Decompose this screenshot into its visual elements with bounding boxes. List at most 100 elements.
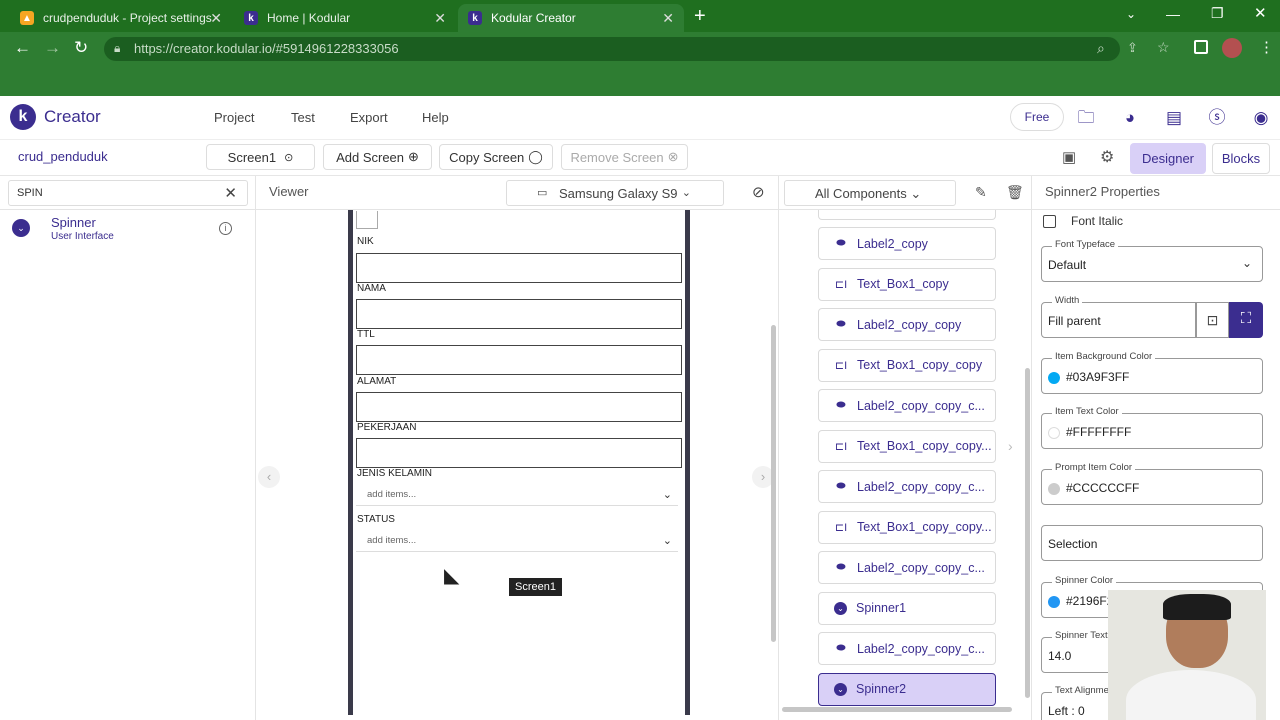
- zoom-icon[interactable]: ⌕: [1097, 40, 1105, 57]
- palette-item-name[interactable]: Spinner: [51, 215, 96, 230]
- back-icon[interactable]: ←: [14, 38, 31, 58]
- text-box[interactable]: [356, 345, 682, 375]
- component-item[interactable]: ⬬ Label2_copy_copy_c...: [818, 551, 996, 584]
- spinner-label[interactable]: STATUS: [357, 514, 395, 525]
- copy-screen-label: Copy Screen: [449, 149, 525, 165]
- item-background-color-field[interactable]: Item Background Color #03A9F3FF: [1041, 351, 1263, 394]
- component-item[interactable]: ⌄ Spinner2: [818, 672, 996, 706]
- menu-help[interactable]: Help: [422, 110, 449, 125]
- url-field[interactable]: https://creator.kodular.io/#591496122833…: [104, 37, 1120, 61]
- add-screen-button[interactable]: Add Screen ⊕: [323, 144, 432, 170]
- field-label[interactable]: NAMA: [357, 283, 386, 294]
- info-icon[interactable]: i: [219, 222, 232, 235]
- gallery-icon[interactable]: ▣: [1062, 148, 1076, 166]
- account-icon[interactable]: ◉: [1250, 107, 1272, 129]
- spinner-label[interactable]: JENIS KELAMIN: [357, 468, 432, 479]
- fill-parent-icon[interactable]: ⛶: [1229, 302, 1263, 338]
- text-box[interactable]: [356, 299, 682, 329]
- device-select[interactable]: ▭ Samsung Galaxy S9 ⌄: [506, 180, 724, 206]
- field-label[interactable]: NIK: [357, 236, 374, 247]
- prompt-item-color-field[interactable]: Prompt Item Color #CCCCCCFF: [1041, 462, 1263, 505]
- profile-avatar[interactable]: [1222, 38, 1242, 58]
- item-text-color-field[interactable]: Item Text Color #FFFFFFFF: [1041, 406, 1263, 449]
- browser-tab[interactable]: ▲ crudpenduduk - Project settings ✕: [10, 4, 232, 32]
- tab-search-icon[interactable]: ⌄: [1126, 7, 1136, 21]
- prop-value: Default: [1048, 258, 1087, 272]
- restore-icon[interactable]: ❐: [1211, 5, 1224, 22]
- billing-icon[interactable]: ⓢ: [1206, 107, 1228, 129]
- font-typeface-select[interactable]: Font Typeface Default ⌄: [1041, 239, 1263, 282]
- chrome-menu-icon[interactable]: ⋮: [1259, 38, 1274, 56]
- close-tab-icon[interactable]: ✕: [210, 10, 222, 27]
- news-icon[interactable]: ▤: [1163, 107, 1185, 129]
- horizontal-scrollbar[interactable]: [782, 707, 1012, 712]
- folder-icon[interactable]: 🗀: [1075, 107, 1097, 129]
- menu-project[interactable]: Project: [214, 110, 254, 125]
- component-item[interactable]: ⬬ Label2_copy_copy_c...: [818, 470, 996, 503]
- palette-search-input[interactable]: SPIN ✕: [8, 180, 248, 206]
- share-icon[interactable]: ⇪: [1127, 40, 1138, 56]
- screen-select[interactable]: Screen1 ⊙: [206, 144, 315, 170]
- field-label[interactable]: PEKERJAAN: [357, 422, 416, 433]
- component-item[interactable]: ⬬ Label2_copy_copy_c...: [818, 389, 996, 422]
- lock-icon[interactable]: 🔒︎: [114, 41, 120, 56]
- tooltip: Screen1: [509, 578, 562, 596]
- field-label[interactable]: ALAMAT: [357, 376, 396, 387]
- component-name: Spinner1: [856, 601, 907, 615]
- remove-screen-button[interactable]: Remove Screen ⊗: [561, 144, 688, 170]
- hide-components-icon[interactable]: ⊘: [752, 183, 765, 201]
- component-item[interactable]: ⊏I Text_Box1_copy_copy...: [818, 510, 996, 544]
- next-arrow-icon[interactable]: ›: [1008, 438, 1013, 454]
- wrap-content-icon[interactable]: ⊡: [1196, 302, 1229, 338]
- component-item[interactable]: ⌄ Spinner1: [818, 591, 996, 625]
- viewer-scrollbar[interactable]: [771, 325, 776, 642]
- sidebar-icon[interactable]: [1194, 40, 1208, 54]
- edit-icon[interactable]: ✎: [975, 184, 987, 201]
- copy-screen-button[interactable]: Copy Screen ◯: [439, 144, 553, 170]
- text-box[interactable]: [356, 438, 682, 468]
- blocks-tab[interactable]: Blocks: [1212, 143, 1270, 174]
- new-tab-icon[interactable]: +: [694, 5, 706, 28]
- settings-icon[interactable]: ⚙: [1100, 147, 1114, 167]
- clear-search-icon[interactable]: ✕: [224, 184, 237, 202]
- free-plan-button[interactable]: Free: [1010, 103, 1064, 131]
- minimize-icon[interactable]: —: [1166, 6, 1180, 22]
- delete-icon[interactable]: 🗑︎: [1006, 184, 1024, 201]
- width-field[interactable]: Width Fill parent: [1041, 295, 1196, 338]
- phone-element[interactable]: [356, 211, 378, 229]
- browser-tab-active[interactable]: k Kodular Creator ✕: [458, 4, 684, 32]
- palette-icon[interactable]: ◕: [1119, 107, 1141, 129]
- prev-arrow-icon[interactable]: ‹: [258, 466, 280, 488]
- component-item[interactable]: ⊏I Text_Box1_copy: [818, 267, 996, 301]
- component-item[interactable]: ⊏I Text_Box1_copy_copy: [818, 348, 996, 382]
- close-tab-icon[interactable]: ✕: [662, 10, 674, 27]
- menu-test[interactable]: Test: [291, 110, 315, 125]
- component-item[interactable]: ⬬ Label2_copy: [818, 227, 996, 260]
- components-scrollbar[interactable]: [1025, 368, 1030, 698]
- font-italic-checkbox[interactable]: [1043, 215, 1056, 228]
- component-name: Label2_copy_copy_c...: [857, 641, 985, 656]
- bookmark-star-icon[interactable]: ☆: [1157, 39, 1170, 56]
- list-item-cut[interactable]: [818, 210, 996, 220]
- text-box[interactable]: [356, 253, 682, 283]
- menu-export[interactable]: Export: [350, 110, 388, 125]
- forward-icon[interactable]: →: [44, 38, 61, 58]
- components-filter[interactable]: All Components ⌄: [784, 180, 956, 206]
- field-label[interactable]: TTL: [357, 329, 375, 340]
- designer-tab[interactable]: Designer: [1130, 143, 1206, 174]
- label-icon: ⬬: [836, 318, 846, 330]
- reload-icon[interactable]: ↻: [74, 38, 88, 58]
- chevron-down-icon: ⌄: [910, 186, 922, 201]
- spinner-preview[interactable]: add items... ⌄: [356, 530, 678, 552]
- component-item[interactable]: ⊏I Text_Box1_copy_copy...: [818, 429, 996, 463]
- selection-field[interactable]: Selection: [1041, 525, 1263, 561]
- add-screen-label: Add Screen: [336, 149, 405, 165]
- browser-tab[interactable]: k Home | Kodular ✕: [234, 4, 456, 32]
- text-box[interactable]: [356, 392, 682, 422]
- spinner-preview[interactable]: add items... ⌄: [356, 484, 678, 506]
- component-item[interactable]: ⬬ Label2_copy_copy: [818, 308, 996, 341]
- close-tab-icon[interactable]: ✕: [434, 10, 446, 27]
- kodular-logo[interactable]: k: [10, 104, 36, 130]
- close-window-icon[interactable]: ✕: [1254, 4, 1267, 22]
- component-item[interactable]: ⬬ Label2_copy_copy_c...: [818, 632, 996, 665]
